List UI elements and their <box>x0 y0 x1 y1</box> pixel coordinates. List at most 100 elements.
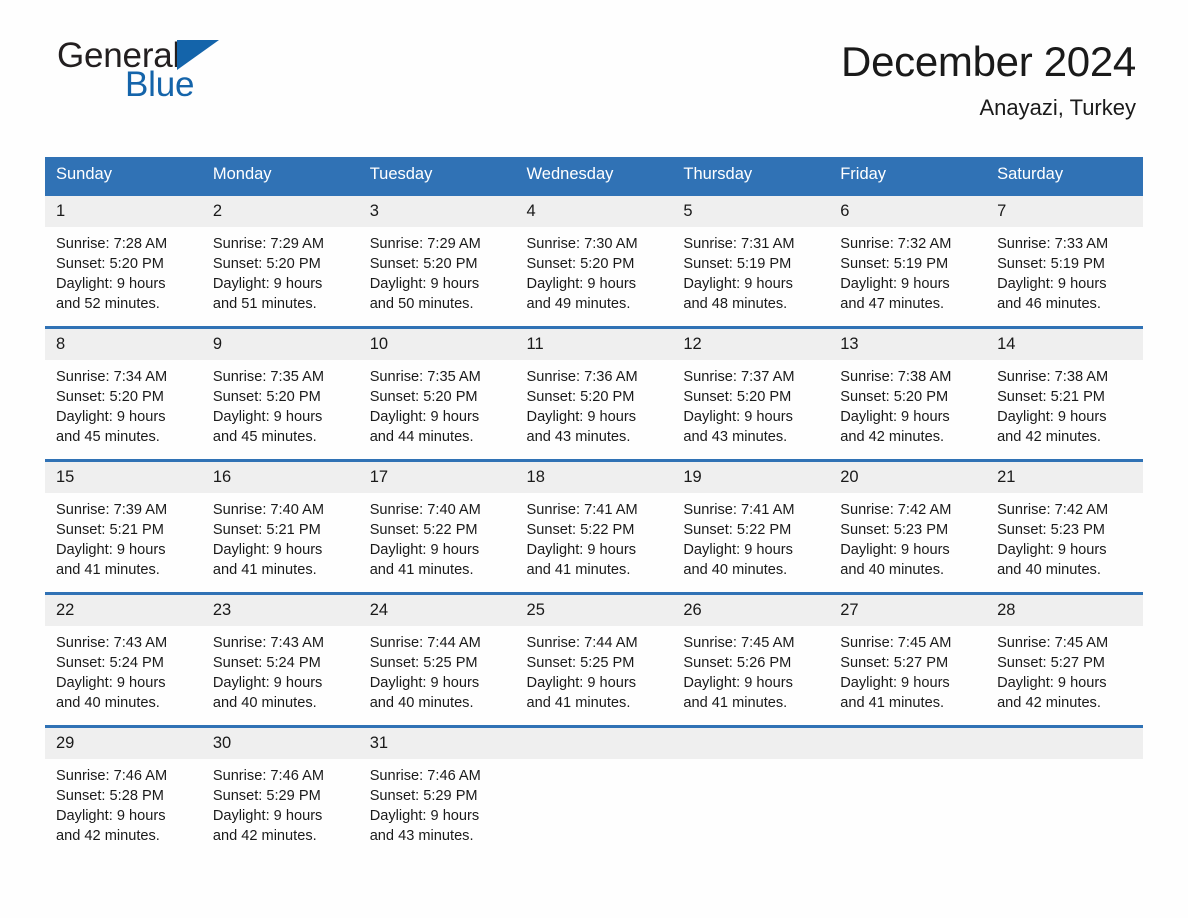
day-cell-empty <box>986 725 1143 858</box>
calendar-week-row: 29 Sunrise: 7:46 AM Sunset: 5:28 PM Dayligh… <box>45 725 1143 858</box>
weekday-header-saturday: Saturday <box>986 157 1143 195</box>
day-number: 3 <box>358 196 516 227</box>
daylight-duration-line2: and 42 minutes. <box>997 429 1101 445</box>
day-cell[interactable]: 26 Sunrise: 7:45 AM Sunset: 5:26 PM Dayligh… <box>672 592 830 727</box>
day-cell[interactable]: 2 Sunrise: 7:29 AM Sunset: 5:20 PM Daylight… <box>201 193 359 328</box>
day-details: Sunrise: 7:35 AM Sunset: 5:20 PM Daylight:… <box>359 360 516 459</box>
sunrise-time: Sunrise: 7:30 AM <box>526 236 638 252</box>
day-cell[interactable]: 11 Sunrise: 7:36 AM Sunset: 5:20 PM Dayligh… <box>515 326 673 461</box>
day-cell[interactable]: 25 Sunrise: 7:44 AM Sunset: 5:25 PM Dayligh… <box>515 592 673 727</box>
day-details: Sunrise: 7:41 AM Sunset: 5:22 PM Daylight:… <box>672 493 829 592</box>
calendar-body: 1 Sunrise: 7:28 AM Sunset: 5:20 PM Daylight… <box>45 193 1143 858</box>
daylight-duration-line1: Daylight: 9 hours <box>997 675 1107 691</box>
general-blue-logo: General Blue <box>57 38 257 108</box>
day-cell[interactable]: 23 Sunrise: 7:43 AM Sunset: 5:24 PM Dayligh… <box>201 592 359 727</box>
sunset-time: Sunset: 5:20 PM <box>369 389 478 405</box>
weekday-header-sunday: Sunday <box>45 157 202 195</box>
daylight-duration-line1: Daylight: 9 hours <box>840 276 950 292</box>
day-number: 9 <box>201 329 359 360</box>
day-cell[interactable]: 21 Sunrise: 7:42 AM Sunset: 5:23 PM Dayligh… <box>986 459 1143 594</box>
day-cell[interactable]: 15 Sunrise: 7:39 AM Sunset: 5:21 PM Dayligh… <box>45 459 202 594</box>
day-cell[interactable]: 12 Sunrise: 7:37 AM Sunset: 5:20 PM Dayligh… <box>672 326 830 461</box>
day-details: Sunrise: 7:40 AM Sunset: 5:22 PM Daylight:… <box>359 493 516 592</box>
weekday-header-wednesday: Wednesday <box>515 157 673 195</box>
day-number: 16 <box>201 462 359 493</box>
day-number: 13 <box>829 329 987 360</box>
day-details: Sunrise: 7:36 AM Sunset: 5:20 PM Daylight:… <box>516 360 673 459</box>
day-cell[interactable]: 24 Sunrise: 7:44 AM Sunset: 5:25 PM Dayligh… <box>358 592 516 727</box>
day-cell[interactable]: 3 Sunrise: 7:29 AM Sunset: 5:20 PM Daylight… <box>358 193 516 328</box>
day-details: Sunrise: 7:45 AM Sunset: 5:26 PM Daylight:… <box>672 626 829 725</box>
day-cell[interactable]: 22 Sunrise: 7:43 AM Sunset: 5:24 PM Dayligh… <box>45 592 202 727</box>
day-cell[interactable]: 18 Sunrise: 7:41 AM Sunset: 5:22 PM Dayligh… <box>515 459 673 594</box>
day-cell[interactable]: 6 Sunrise: 7:32 AM Sunset: 5:19 PM Daylight… <box>829 193 987 328</box>
sunrise-time: Sunrise: 7:28 AM <box>56 236 168 252</box>
day-cell[interactable]: 29 Sunrise: 7:46 AM Sunset: 5:28 PM Dayligh… <box>45 725 202 858</box>
day-cell[interactable]: 8 Sunrise: 7:34 AM Sunset: 5:20 PM Daylight… <box>45 326 202 461</box>
page-title: December 2024 <box>841 38 1136 85</box>
sunrise-time: Sunrise: 7:35 AM <box>212 369 324 385</box>
daylight-duration-line1: Daylight: 9 hours <box>56 276 166 292</box>
sunset-time: Sunset: 5:19 PM <box>683 256 792 272</box>
sunset-time: Sunset: 5:25 PM <box>369 655 478 671</box>
daylight-duration-line2: and 41 minutes. <box>526 562 631 578</box>
sunset-time: Sunset: 5:20 PM <box>526 256 635 272</box>
day-cell[interactable]: 1 Sunrise: 7:28 AM Sunset: 5:20 PM Daylight… <box>45 193 202 328</box>
day-number: 1 <box>45 196 202 227</box>
sunrise-time: Sunrise: 7:37 AM <box>683 369 795 385</box>
day-details: Sunrise: 7:39 AM Sunset: 5:21 PM Daylight:… <box>45 493 202 592</box>
day-number: 18 <box>515 462 673 493</box>
day-details: Sunrise: 7:45 AM Sunset: 5:27 PM Daylight:… <box>829 626 986 725</box>
day-cell[interactable]: 19 Sunrise: 7:41 AM Sunset: 5:22 PM Dayligh… <box>672 459 830 594</box>
daylight-duration-line1: Daylight: 9 hours <box>56 675 166 691</box>
daylight-duration-line1: Daylight: 9 hours <box>683 409 793 425</box>
day-number: 26 <box>672 595 830 626</box>
sunset-time: Sunset: 5:29 PM <box>369 788 478 804</box>
daylight-duration-line1: Daylight: 9 hours <box>369 409 480 425</box>
sunset-time: Sunset: 5:28 PM <box>56 788 164 804</box>
daylight-duration-line1: Daylight: 9 hours <box>526 675 637 691</box>
daylight-duration-line1: Daylight: 9 hours <box>526 276 637 292</box>
sunrise-time: Sunrise: 7:29 AM <box>369 236 481 252</box>
day-cell[interactable]: 13 Sunrise: 7:38 AM Sunset: 5:20 PM Dayligh… <box>829 326 987 461</box>
daylight-duration-line2: and 41 minutes. <box>212 562 317 578</box>
sunrise-time: Sunrise: 7:38 AM <box>840 369 952 385</box>
day-details: Sunrise: 7:35 AM Sunset: 5:20 PM Daylight:… <box>202 360 359 459</box>
day-number <box>986 728 1143 759</box>
day-details: Sunrise: 7:44 AM Sunset: 5:25 PM Daylight:… <box>359 626 516 725</box>
location-subtitle: Anayazi, Turkey <box>979 95 1136 121</box>
sunset-time: Sunset: 5:23 PM <box>997 522 1105 538</box>
sunrise-time: Sunrise: 7:29 AM <box>212 236 324 252</box>
sunrise-time: Sunrise: 7:33 AM <box>997 236 1109 252</box>
day-cell[interactable]: 14 Sunrise: 7:38 AM Sunset: 5:21 PM Dayligh… <box>986 326 1143 461</box>
sunset-time: Sunset: 5:20 PM <box>683 389 792 405</box>
day-cell[interactable]: 30 Sunrise: 7:46 AM Sunset: 5:29 PM Dayligh… <box>201 725 359 858</box>
day-cell[interactable]: 4 Sunrise: 7:30 AM Sunset: 5:20 PM Daylight… <box>515 193 673 328</box>
day-number: 21 <box>986 462 1143 493</box>
day-cell[interactable]: 5 Sunrise: 7:31 AM Sunset: 5:19 PM Daylight… <box>672 193 830 328</box>
day-number: 11 <box>515 329 673 360</box>
daylight-duration-line2: and 40 minutes. <box>683 562 788 578</box>
day-cell[interactable]: 10 Sunrise: 7:35 AM Sunset: 5:20 PM Dayligh… <box>358 326 516 461</box>
day-cell[interactable]: 9 Sunrise: 7:35 AM Sunset: 5:20 PM Daylight… <box>201 326 359 461</box>
day-cell[interactable]: 16 Sunrise: 7:40 AM Sunset: 5:21 PM Dayligh… <box>201 459 359 594</box>
daylight-duration-line1: Daylight: 9 hours <box>683 276 793 292</box>
day-cell[interactable]: 27 Sunrise: 7:45 AM Sunset: 5:27 PM Dayligh… <box>829 592 987 727</box>
daylight-duration-line1: Daylight: 9 hours <box>212 808 323 824</box>
day-details: Sunrise: 7:29 AM Sunset: 5:20 PM Daylight:… <box>359 227 516 326</box>
weekday-header-friday: Friday <box>829 157 987 195</box>
day-cell[interactable]: 17 Sunrise: 7:40 AM Sunset: 5:22 PM Dayligh… <box>358 459 516 594</box>
daylight-duration-line2: and 44 minutes. <box>369 429 474 445</box>
daylight-duration-line1: Daylight: 9 hours <box>369 542 480 558</box>
daylight-duration-line2: and 40 minutes. <box>997 562 1101 578</box>
day-number: 4 <box>515 196 673 227</box>
sunset-time: Sunset: 5:20 PM <box>526 389 635 405</box>
day-cell[interactable]: 28 Sunrise: 7:45 AM Sunset: 5:27 PM Dayligh… <box>986 592 1143 727</box>
day-cell[interactable]: 31 Sunrise: 7:46 AM Sunset: 5:29 PM Dayligh… <box>358 725 516 858</box>
sunrise-time: Sunrise: 7:38 AM <box>997 369 1109 385</box>
day-number: 7 <box>986 196 1143 227</box>
day-cell[interactable]: 20 Sunrise: 7:42 AM Sunset: 5:23 PM Dayligh… <box>829 459 987 594</box>
daylight-duration-line2: and 42 minutes. <box>212 828 317 844</box>
logo-text-blue: Blue <box>125 65 195 104</box>
day-cell[interactable]: 7 Sunrise: 7:33 AM Sunset: 5:19 PM Daylight… <box>986 193 1143 328</box>
